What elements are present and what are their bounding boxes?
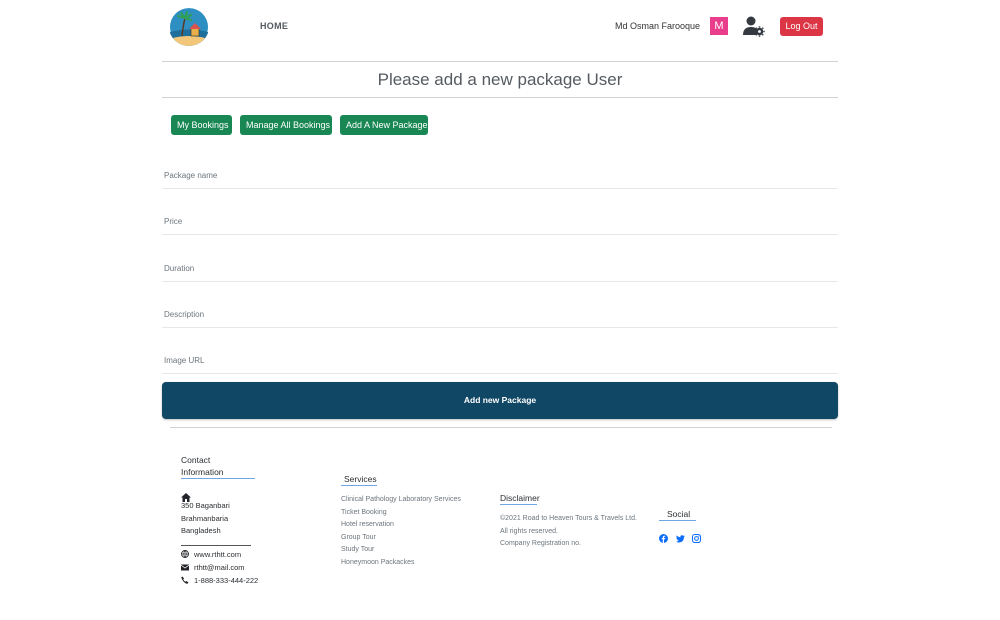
price-input[interactable] <box>162 209 838 234</box>
user-name: Md Osman Farooque <box>615 21 701 31</box>
page-title: Please add a new package User <box>377 70 623 89</box>
disclaimer-line1: ©2021 Road to Heaven Tours & Travels Ltd… <box>500 515 637 522</box>
service-item[interactable]: Clinical Pathology Laboratory Services <box>341 494 461 507</box>
package-name-input[interactable] <box>162 163 838 188</box>
disclaimer-line2: All rights reserved. <box>500 528 558 535</box>
manage-all-bookings-button[interactable]: Manage All Bookings <box>240 115 332 135</box>
services-underline <box>341 485 377 486</box>
service-item[interactable]: Study Tour <box>341 544 374 557</box>
phone-icon <box>181 576 190 585</box>
user-cog-icon[interactable] <box>743 15 765 37</box>
disclaimer-underline <box>500 504 537 505</box>
contact-underline <box>181 478 255 479</box>
address-line2: Brahmanbaria <box>181 514 229 523</box>
avatar[interactable]: M <box>710 17 728 35</box>
site-logo[interactable] <box>169 8 209 46</box>
price-field <box>162 209 838 235</box>
facebook-icon[interactable] <box>659 530 668 543</box>
services-heading: Services <box>344 474 377 484</box>
contact-heading-line2: Information <box>181 467 224 477</box>
logout-button[interactable]: Log Out <box>780 17 823 36</box>
footer-divider <box>170 427 832 428</box>
website-row[interactable]: www.rthtt.com <box>181 549 241 562</box>
description-input[interactable] <box>162 302 838 327</box>
nav-home-link[interactable]: HOME <box>260 21 288 31</box>
contact-divider <box>181 545 251 546</box>
image-url-field <box>162 348 838 374</box>
phone-row[interactable]: 1-888-333-444-222 <box>181 575 258 588</box>
address-line3: Bangladesh <box>181 526 221 535</box>
contact-heading-line1: Contact <box>181 455 211 465</box>
my-bookings-button[interactable]: My Bookings <box>171 115 232 135</box>
service-item[interactable]: Ticket Booking <box>341 507 387 520</box>
divider <box>162 61 838 62</box>
address-line1: 350 Baganbari <box>181 501 230 510</box>
email-text: rthtt@mail.com <box>194 563 245 572</box>
envelope-icon <box>180 563 190 572</box>
instagram-icon[interactable] <box>692 530 701 543</box>
disclaimer-line3: Company Registration no. <box>500 540 581 547</box>
website-text: www.rthtt.com <box>194 550 242 559</box>
social-heading: Social <box>667 509 691 519</box>
social-underline <box>659 520 696 521</box>
phone-text: 1-888-333-444-222 <box>194 576 259 585</box>
twitter-icon[interactable] <box>676 530 685 543</box>
add-package-submit-button[interactable]: Add new Package <box>162 382 838 419</box>
service-item[interactable]: Group Tour <box>341 532 376 545</box>
image-url-input[interactable] <box>162 348 838 373</box>
add-new-package-button[interactable]: Add A New Package <box>340 115 428 135</box>
service-item[interactable]: Hotel reservation <box>341 519 394 532</box>
description-field <box>162 302 838 328</box>
globe-icon <box>181 550 190 559</box>
email-row[interactable]: rthtt@mail.com <box>180 562 245 575</box>
duration-input[interactable] <box>162 256 838 281</box>
package-name-field <box>162 163 838 189</box>
divider <box>162 97 838 98</box>
service-item[interactable]: Honeymoon Packackes <box>341 557 415 570</box>
disclaimer-heading: Disclaimer <box>500 493 540 503</box>
duration-field <box>162 256 838 282</box>
